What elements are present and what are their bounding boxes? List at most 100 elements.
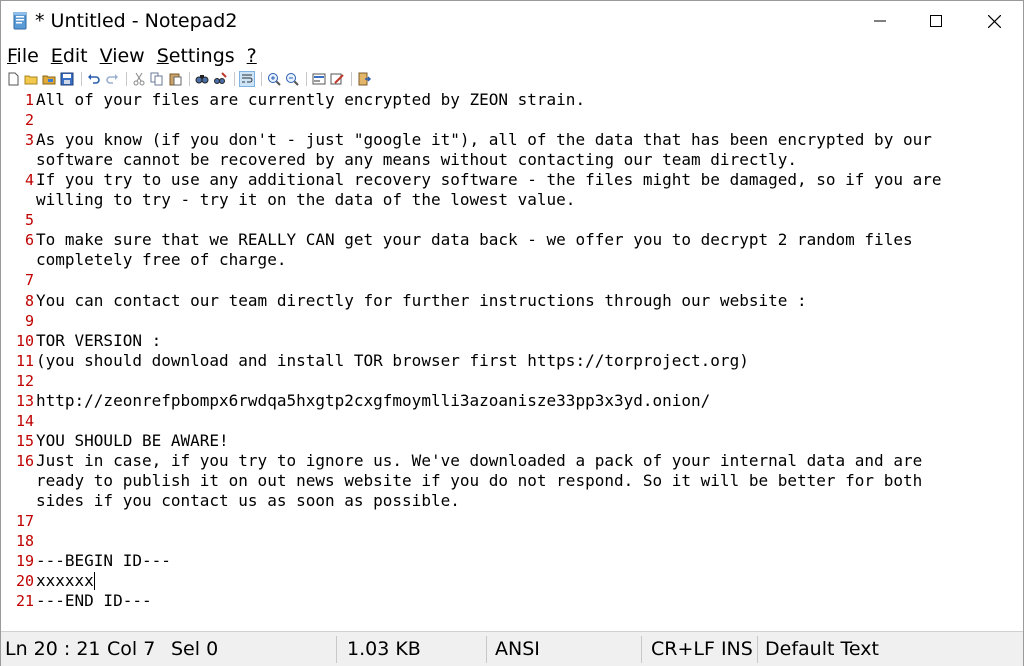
line-text[interactable]: willing to try - try it on the data of t… <box>36 190 575 210</box>
editor-line[interactable]: 15 YOU SHOULD BE AWARE! <box>1 431 1001 451</box>
line-text[interactable]: You can contact our team directly for fu… <box>36 291 807 311</box>
minimize-button[interactable] <box>857 1 903 41</box>
line-text[interactable]: http://zeonrefpbompx6rwdqa5hxgtp2cxgfmoy… <box>36 391 710 411</box>
status-encoding[interactable]: ANSI <box>495 632 540 666</box>
redo-icon[interactable] <box>104 71 120 87</box>
customize-schemes-icon[interactable] <box>329 71 345 87</box>
line-number: 14 <box>15 411 34 430</box>
toolbar-separator <box>306 72 307 86</box>
line-text[interactable]: All of your files are currently encrypte… <box>36 90 585 110</box>
replace-icon[interactable] <box>212 71 228 87</box>
editor-line[interactable]: 16 Just in case, if you try to ignore us.… <box>1 451 1001 471</box>
line-number: 1 <box>24 91 34 109</box>
status-selection: Sel 0 <box>171 638 219 660</box>
editor-line[interactable]: 10 TOR VERSION : <box>1 331 1001 351</box>
line-number: 12 <box>15 371 34 390</box>
menu-view-label: iew <box>112 45 145 67</box>
zoom-in-icon[interactable] <box>266 71 282 87</box>
editor-line[interactable]: 5 <box>1 210 1001 230</box>
line-text[interactable]: completely free of charge. <box>36 250 286 270</box>
editor-line[interactable]: sides if you contact us as soon as possi… <box>1 491 1001 511</box>
editor-line[interactable]: 11 (you should download and install TOR b… <box>1 351 1001 371</box>
menu-edit-mnemonic: E <box>50 45 63 67</box>
menu-edit-label: dit <box>62 45 88 67</box>
line-text[interactable]: Just in case, if you try to ignore us. W… <box>36 451 922 471</box>
editor-line[interactable]: 2 <box>1 110 1001 130</box>
menu-view[interactable]: View <box>94 43 151 69</box>
editor-line[interactable]: 12 <box>1 371 1001 391</box>
title-bar[interactable]: * Untitled - Notepad2 <box>1 1 1023 41</box>
line-number: 5 <box>24 211 34 230</box>
status-column: Col 7 <box>107 638 156 660</box>
editor-line[interactable]: completely free of charge. <box>1 250 1001 270</box>
editor-line[interactable]: 20 xxxxxx <box>1 571 1001 591</box>
maximize-button[interactable] <box>913 1 959 41</box>
menu-file[interactable]: File <box>1 43 45 69</box>
text-editor[interactable]: 1 All of your files are currently encrypt… <box>1 90 1023 630</box>
menu-help[interactable]: ? <box>241 43 263 69</box>
save-icon[interactable] <box>59 71 75 87</box>
menu-settings-label: ettings <box>168 45 235 67</box>
line-number: 18 <box>15 532 34 551</box>
zoom-out-icon[interactable] <box>284 71 300 87</box>
maximize-icon <box>930 15 942 27</box>
editor-line[interactable]: 19 ---BEGIN ID--- <box>1 551 1001 571</box>
editor-line[interactable]: 8 You can contact our team directly for f… <box>1 291 1001 311</box>
line-text[interactable]: ---BEGIN ID--- <box>36 551 171 571</box>
notepad2-window: * Untitled - Notepad2 File Edit View Set… <box>0 0 1024 666</box>
line-number: 3 <box>24 131 34 150</box>
status-divider <box>757 636 758 663</box>
exit-icon[interactable] <box>356 71 372 87</box>
toolbar-separator <box>189 72 190 86</box>
editor-line[interactable]: 7 <box>1 270 1001 290</box>
editor-line[interactable]: willing to try - try it on the data of t… <box>1 190 1001 210</box>
menu-edit[interactable]: Edit <box>45 43 94 69</box>
minimize-icon <box>874 20 886 22</box>
line-text[interactable]: TOR VERSION : <box>36 331 161 351</box>
editor-line[interactable]: 21 ---END ID--- <box>1 591 1001 611</box>
line-number: 9 <box>24 311 34 330</box>
line-number: 21 <box>15 592 34 611</box>
menu-settings[interactable]: Settings <box>151 43 241 69</box>
editor-line[interactable]: 9 <box>1 311 1001 331</box>
editor-line[interactable]: 1 All of your files are currently encrypt… <box>1 90 1001 110</box>
line-text[interactable]: If you try to use any additional recover… <box>36 170 941 190</box>
line-number: 8 <box>24 291 34 310</box>
line-text[interactable]: sides if you contact us as soon as possi… <box>36 491 460 511</box>
toolbar-separator <box>126 72 127 86</box>
word-wrap-icon[interactable] <box>239 71 255 87</box>
open-file-icon[interactable] <box>23 71 39 87</box>
status-line-endings[interactable]: CR+LF INS <box>651 632 753 666</box>
editor-line[interactable]: software cannot be recovered by any mean… <box>1 150 1001 170</box>
close-button[interactable] <box>971 1 1017 41</box>
editor-line[interactable]: ready to publish it on out news website … <box>1 471 1001 491</box>
line-number: 17 <box>15 512 34 531</box>
undo-icon[interactable] <box>86 71 102 87</box>
find-icon[interactable] <box>194 71 210 87</box>
line-text[interactable]: To make sure that we REALLY CAN get your… <box>36 230 913 250</box>
line-text[interactable]: As you know (if you don't - just "google… <box>36 130 932 150</box>
editor-line[interactable]: 3 As you know (if you don't - just "googl… <box>1 130 1001 150</box>
editor-line[interactable]: 17 <box>1 511 1001 531</box>
scheme-icon[interactable] <box>311 71 327 87</box>
line-text[interactable]: ready to publish it on out news website … <box>36 471 922 491</box>
editor-line[interactable]: 14 <box>1 411 1001 431</box>
editor-line[interactable]: 6 To make sure that we REALLY CAN get you… <box>1 230 1001 250</box>
cut-icon[interactable] <box>131 71 147 87</box>
editor-line[interactable]: 4 If you try to use any additional recove… <box>1 170 1001 190</box>
paste-icon[interactable] <box>167 71 183 87</box>
line-text[interactable]: (you should download and install TOR bro… <box>36 351 749 371</box>
line-number: 19 <box>15 552 34 571</box>
line-text[interactable]: YOU SHOULD BE AWARE! <box>36 431 229 451</box>
status-scheme[interactable]: Default Text <box>765 632 879 666</box>
editor-line[interactable]: 13 http://zeonrefpbompx6rwdqa5hxgtp2cxgfm… <box>1 391 1001 411</box>
line-number: 2 <box>24 111 34 130</box>
browse-icon[interactable] <box>41 71 57 87</box>
editor-line[interactable]: 18 <box>1 531 1001 551</box>
line-number: 11 <box>15 351 34 370</box>
copy-icon[interactable] <box>149 71 165 87</box>
line-text[interactable]: xxxxxx <box>36 571 95 591</box>
new-file-icon[interactable] <box>5 71 21 87</box>
line-text[interactable]: ---END ID--- <box>36 591 152 611</box>
line-text[interactable]: software cannot be recovered by any mean… <box>36 150 797 170</box>
